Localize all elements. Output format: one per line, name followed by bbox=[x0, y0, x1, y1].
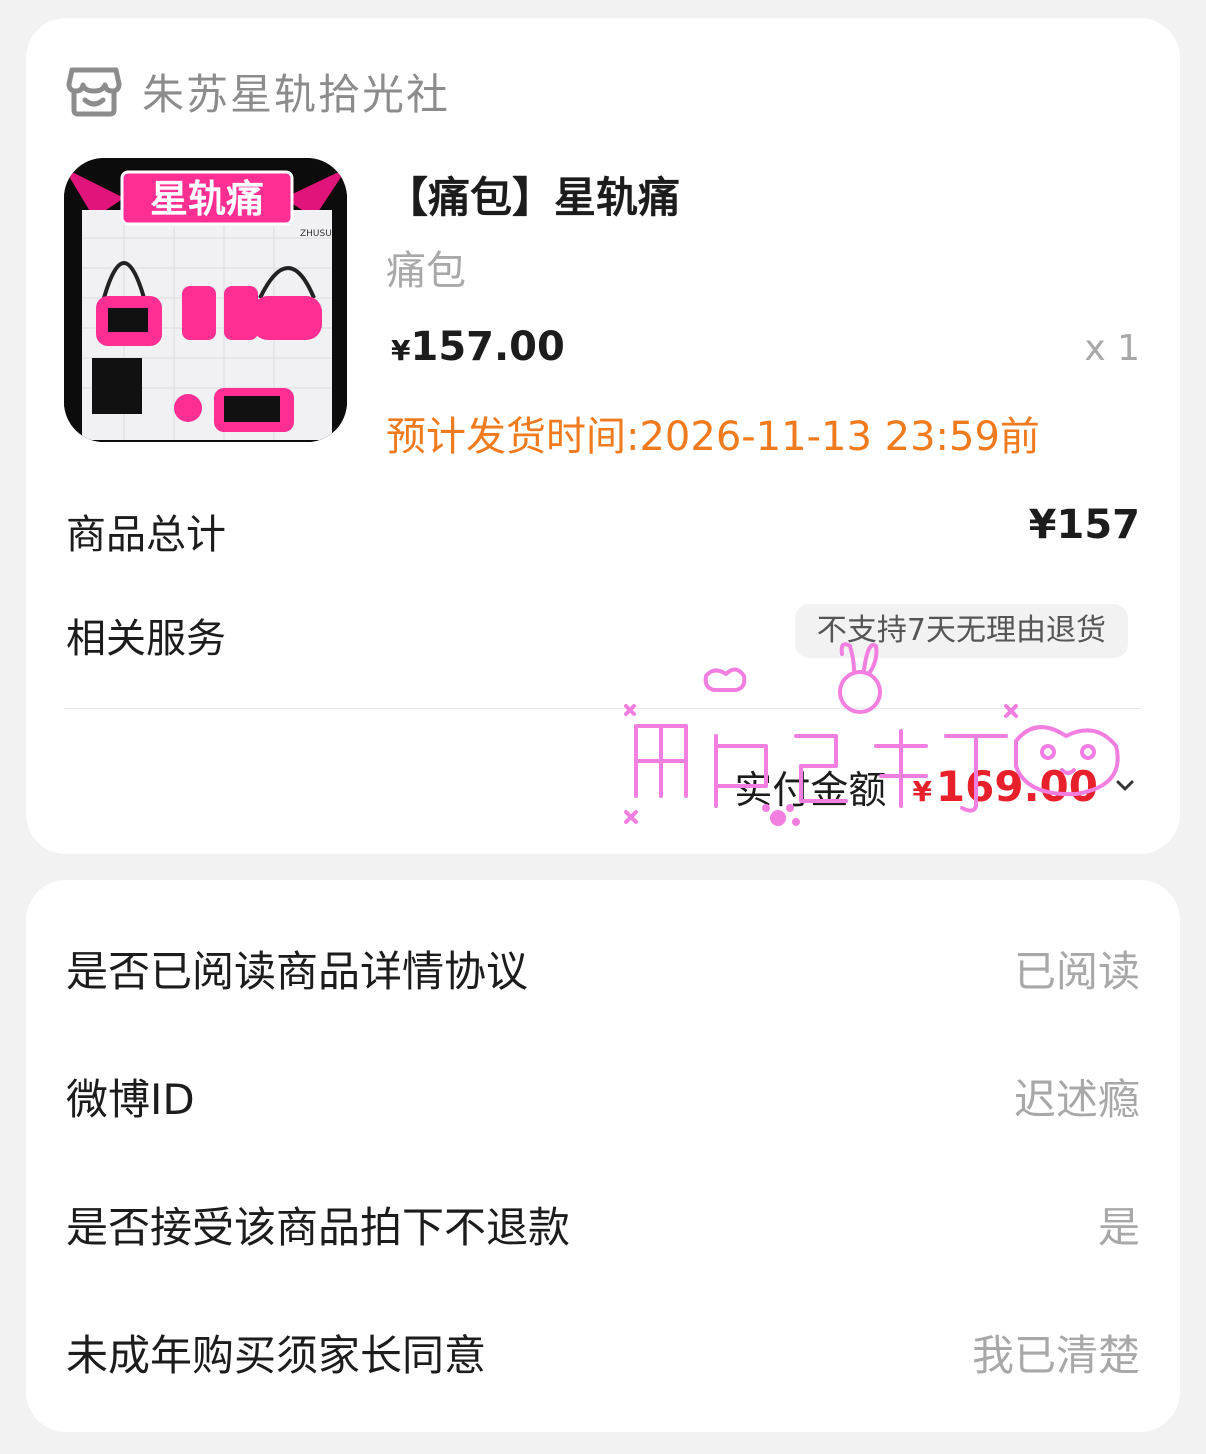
product-image-title: 星轨痛 bbox=[150, 177, 264, 221]
form-value: 是 bbox=[1097, 1203, 1140, 1252]
product-quantity: x 1 bbox=[1084, 328, 1140, 369]
service-badge[interactable]: 不支持7天无理由退货 bbox=[794, 604, 1128, 658]
form-card: 是否已阅读商品详情协议 已阅读 微博ID 迟述瘾 是否接受该商品拍下不退款 是 … bbox=[26, 880, 1180, 1432]
form-row-no-refund[interactable]: 是否接受该商品拍下不退款 是 bbox=[66, 1194, 1140, 1254]
form-label: 未成年购买须家长同意 bbox=[66, 1331, 487, 1380]
chevron-down-icon[interactable] bbox=[1114, 775, 1136, 797]
paid-amount-row[interactable]: 实付金额 ¥ 169.00 bbox=[734, 756, 1136, 816]
shop-icon bbox=[66, 67, 122, 117]
form-value: 迟述瘾 bbox=[1013, 1075, 1140, 1124]
form-label: 微博ID bbox=[66, 1075, 195, 1124]
product-category: 痛包 bbox=[386, 248, 466, 294]
form-value: 我已清楚 bbox=[971, 1331, 1140, 1380]
paid-value: 169.00 bbox=[935, 761, 1098, 811]
product-image[interactable]: 星轨痛 ZHUSU bbox=[64, 158, 347, 442]
price-currency: ¥ bbox=[391, 334, 411, 367]
paid-label: 实付金额 bbox=[734, 767, 887, 812]
total-label: 商品总计 bbox=[66, 512, 226, 558]
product-title[interactable]: 【痛包】星轨痛 bbox=[386, 164, 680, 225]
total-value: ¥157 bbox=[1028, 502, 1140, 548]
product-image-brand: ZHUSU bbox=[300, 229, 332, 239]
price-value: 157.00 bbox=[410, 324, 565, 370]
shipping-time: 预计发货时间:2026-11-13 23:59前 bbox=[386, 414, 1040, 460]
form-row-weibo-id[interactable]: 微博ID 迟述瘾 bbox=[66, 1066, 1140, 1126]
product-price: ¥157.00 bbox=[391, 324, 565, 370]
form-row-minor-consent[interactable]: 未成年购买须家长同意 我已清楚 bbox=[66, 1322, 1140, 1382]
order-card: 朱苏星轨拾光社 星轨痛 ZHUSU 【痛包】星轨痛 痛包 ¥157.00 x 1… bbox=[26, 18, 1180, 854]
form-value: 已阅读 bbox=[1013, 947, 1140, 996]
shop-name: 朱苏星轨拾光社 bbox=[142, 69, 451, 119]
divider bbox=[64, 708, 1142, 709]
service-label: 相关服务 bbox=[66, 616, 226, 662]
form-row-agreement[interactable]: 是否已阅读商品详情协议 已阅读 bbox=[66, 938, 1140, 998]
form-label: 是否已阅读商品详情协议 bbox=[66, 947, 529, 996]
paid-currency: ¥ bbox=[912, 774, 932, 808]
form-label: 是否接受该商品拍下不退款 bbox=[66, 1203, 571, 1252]
shop-header[interactable]: 朱苏星轨拾光社 bbox=[66, 64, 450, 119]
